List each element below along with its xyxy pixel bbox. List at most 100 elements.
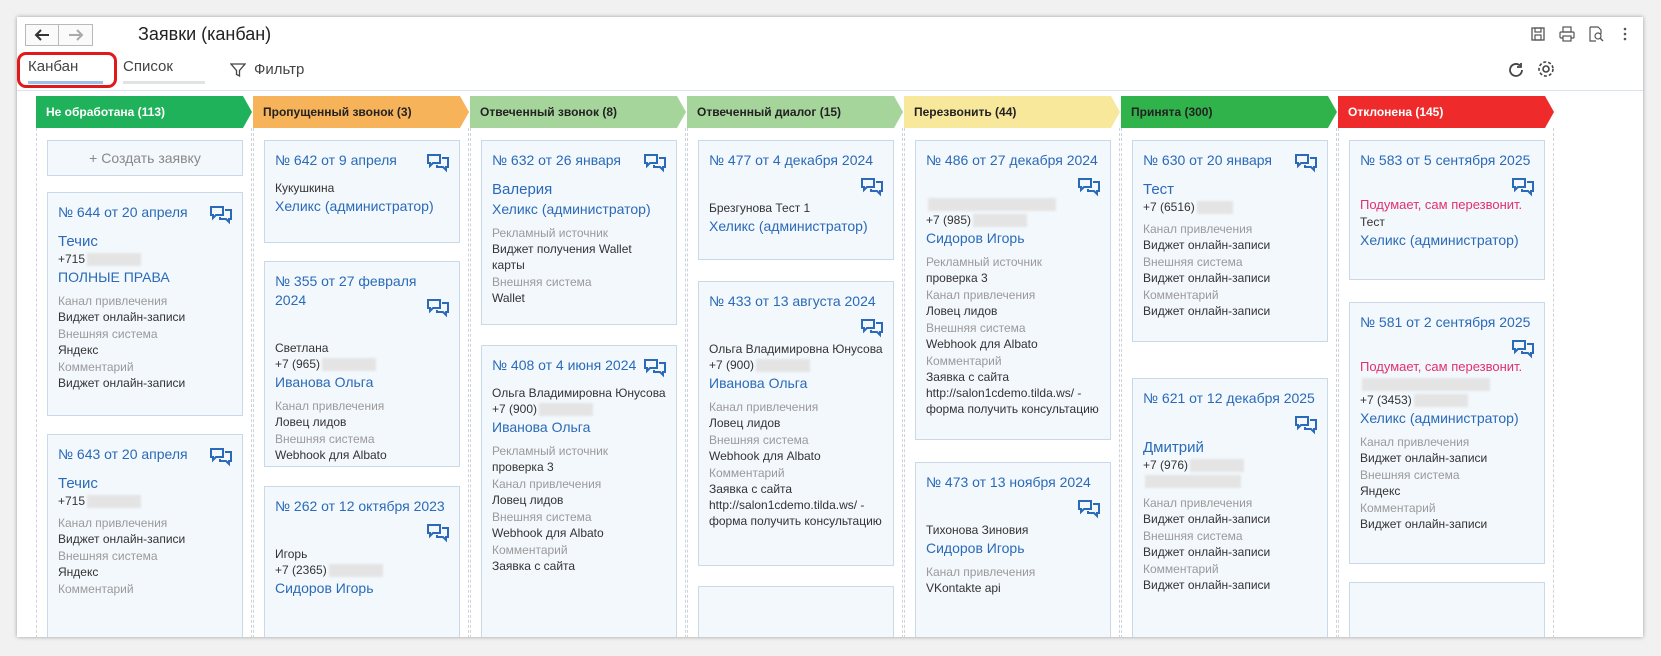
request-card[interactable]: № 583 от 5 сентября 2025 Подумает, сам п… (1349, 140, 1545, 280)
card-title[interactable]: № 355 от 27 февраля 2024 (275, 272, 449, 310)
field-value: Виджет онлайн-записи (58, 310, 186, 324)
card-title[interactable]: № 433 от 13 августа 2024 (709, 292, 883, 311)
request-card[interactable]: № 621 от 12 декабря 2025 Дмитрий +7 (976… (1132, 378, 1328, 637)
card-title[interactable]: № 644 от 20 апреля (58, 203, 232, 222)
chat-icon[interactable] (427, 523, 449, 543)
client-name[interactable]: Валерия (492, 180, 666, 199)
create-request-button[interactable]: + Создать заявку (47, 140, 243, 176)
refresh-button[interactable] (1507, 61, 1525, 84)
settings-button[interactable] (1537, 60, 1555, 83)
request-card[interactable]: № 477 от 4 декабря 2024 Брезгунова Тест … (698, 140, 894, 260)
chat-icon[interactable] (861, 177, 883, 197)
chat-icon[interactable] (210, 447, 232, 467)
chat-icon[interactable] (1295, 153, 1317, 173)
field-label: Канал привлечения (1360, 435, 1470, 449)
client-name[interactable]: Тест (1143, 180, 1317, 199)
card-title[interactable]: № 486 от 27 декабря 2024 (926, 151, 1100, 170)
card-title[interactable]: № 621 от 12 декабря 2025 (1143, 389, 1317, 408)
manager-link[interactable]: Сидоров Игорь (926, 538, 1100, 558)
manager-link[interactable]: Иванова Ольга (275, 372, 449, 392)
chat-icon[interactable] (427, 298, 449, 318)
card-title[interactable]: № 477 от 4 декабря 2024 (709, 151, 883, 170)
manager-link[interactable]: Хеликс (администратор) (1360, 230, 1534, 250)
field-label: Канал привлечения (1143, 496, 1253, 510)
rights-link[interactable]: ПОЛНЫЕ ПРАВА (58, 267, 232, 287)
phone: +7 (976) (1143, 457, 1317, 473)
field-value: Заявка с сайта http://salon1cdemo.tilda.… (709, 482, 882, 528)
print-button[interactable] (1559, 26, 1575, 42)
request-card[interactable]: № 408 от 4 июня 2024 Ольга Владимировна … (481, 345, 677, 637)
more-button[interactable] (1617, 26, 1633, 42)
column-new: Не обработана (113) + Создать заявку № 6… (36, 96, 252, 637)
phone: +7 (2365) (275, 562, 449, 578)
request-card[interactable]: № 355 от 27 февраля 2024 Светлана +7 (96… (264, 261, 460, 467)
chat-icon[interactable] (644, 358, 666, 378)
filter-button[interactable]: Фильтр (230, 61, 304, 78)
request-card[interactable] (1349, 582, 1545, 637)
request-card[interactable]: № 473 от 13 ноября 2024 Тихонова Зиновия… (915, 462, 1111, 637)
field-value: Яндекс (1360, 484, 1401, 498)
field-label: Внешняя система (709, 433, 809, 447)
card-title[interactable]: № 642 от 9 апреля (275, 151, 449, 170)
chat-icon[interactable] (644, 153, 666, 173)
client-name: Тихонова Зиновия (926, 523, 1029, 537)
chat-icon[interactable] (1078, 499, 1100, 519)
card-title[interactable]: № 473 от 13 ноября 2024 (926, 473, 1100, 492)
card-title[interactable]: № 583 от 5 сентября 2025 (1360, 151, 1534, 170)
request-card[interactable]: № 642 от 9 апреля Кукушкина Хеликс (адми… (264, 140, 460, 243)
manager-link[interactable]: Хеликс (администратор) (275, 196, 449, 216)
card-title[interactable]: № 632 от 26 января (492, 151, 666, 170)
manager-link[interactable]: Иванова Ольга (492, 417, 666, 437)
request-card[interactable]: № 643 от 20 апреля Течис +715 Канал прив… (47, 434, 243, 637)
field-value: Яндекс (58, 343, 99, 357)
request-card[interactable]: № 581 от 2 сентября 2025 Подумает, сам п… (1349, 302, 1545, 564)
column-missed-call: Пропущенный звонок (3) № 642 от 9 апреля… (253, 96, 469, 637)
request-card[interactable]: № 486 от 27 декабря 2024 +7 (985) Сидоро… (915, 140, 1111, 440)
request-card[interactable]: № 632 от 26 января Валерия Хеликс (админ… (481, 140, 677, 325)
client-name: Светлана (275, 341, 329, 355)
manager-link[interactable]: Хеликс (администратор) (492, 199, 666, 219)
status-note: Подумает, сам перезвонит. (1360, 197, 1523, 212)
field-label: Канал привлечения (275, 399, 385, 413)
client-name[interactable]: Течис (58, 474, 232, 493)
chat-icon[interactable] (861, 318, 883, 338)
chat-icon[interactable] (1512, 177, 1534, 197)
field-label: Внешняя система (58, 327, 158, 341)
field-value: Заявка с сайта (492, 559, 576, 573)
request-card[interactable] (698, 586, 894, 637)
preview-button[interactable] (1588, 26, 1604, 42)
manager-link[interactable]: Хеликс (администратор) (709, 216, 883, 236)
chat-icon[interactable] (1295, 415, 1317, 435)
field-value: Виджет онлайн-записи (1360, 451, 1488, 465)
manager-link[interactable]: Хеликс (администратор) (1360, 408, 1534, 428)
save-button[interactable] (1530, 26, 1546, 42)
request-card[interactable]: № 630 от 20 января Тест +7 (6516) Канал … (1132, 140, 1328, 342)
card-title[interactable]: № 643 от 20 апреля (58, 445, 232, 464)
chat-icon[interactable] (1512, 339, 1534, 359)
tab-list[interactable]: Список (123, 58, 205, 84)
field-value: Ловец лидов (275, 415, 347, 429)
field-value: проверка 3 (492, 460, 554, 474)
toolbar-divider (17, 90, 1643, 91)
field-label: Внешняя система (1143, 255, 1243, 269)
card-title[interactable]: № 408 от 4 июня 2024 (492, 356, 666, 375)
request-card[interactable]: № 262 от 12 октября 2023 Игорь +7 (2365)… (264, 486, 460, 637)
field-value: Яндекс (58, 565, 99, 579)
client-name[interactable]: Течис (58, 232, 232, 251)
chat-icon[interactable] (427, 153, 449, 173)
card-title[interactable]: № 262 от 12 октября 2023 (275, 497, 449, 516)
client-name[interactable]: Дмитрий (1143, 438, 1317, 457)
back-button[interactable] (25, 24, 59, 46)
field-label: Канал привлечения (709, 400, 819, 414)
request-card[interactable]: № 644 от 20 апреля Течис +715 ПОЛНЫЕ ПРА… (47, 192, 243, 416)
manager-link[interactable]: Иванова Ольга (709, 373, 883, 393)
chat-icon[interactable] (1078, 177, 1100, 197)
manager-link[interactable]: Сидоров Игорь (926, 228, 1100, 248)
request-card[interactable]: № 433 от 13 августа 2024 Ольга Владимиро… (698, 281, 894, 566)
forward-button[interactable] (59, 24, 93, 46)
field-label: Комментарий (1360, 501, 1436, 515)
card-title[interactable]: № 581 от 2 сентября 2025 (1360, 313, 1534, 332)
chat-icon[interactable] (210, 205, 232, 225)
card-title[interactable]: № 630 от 20 января (1143, 151, 1317, 170)
manager-link[interactable]: Сидоров Игорь (275, 578, 449, 598)
